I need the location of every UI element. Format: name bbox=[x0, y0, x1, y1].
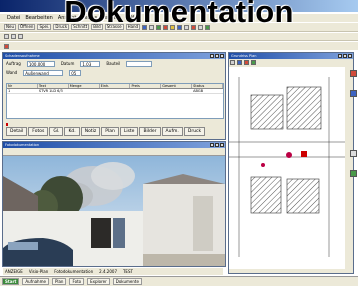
component-field[interactable] bbox=[126, 60, 153, 67]
marker-icon[interactable] bbox=[244, 60, 249, 65]
field-label: Auftrag bbox=[6, 61, 21, 66]
side-tool-icon[interactable] bbox=[350, 90, 357, 97]
toolbar-tertiary bbox=[0, 42, 358, 50]
order-field[interactable]: 100.000 bbox=[26, 60, 55, 67]
field-label: Datum bbox=[60, 61, 75, 66]
tab-fotos[interactable]: Fotos bbox=[28, 127, 49, 136]
close-icon[interactable] bbox=[220, 54, 224, 58]
taskbar: Start Aufnahme Plan Foto Explorer Dokume… bbox=[0, 276, 358, 286]
table-cell: 1 bbox=[8, 89, 11, 93]
status-item: Visio-Plan bbox=[28, 269, 49, 274]
field-label: Wand bbox=[6, 70, 18, 75]
table-cell: ABGB bbox=[193, 89, 204, 93]
record-subform-row: Wand Außenwand 05 bbox=[3, 68, 225, 77]
plan-toolbar bbox=[229, 59, 353, 67]
taskbar-item[interactable]: Dokumente bbox=[112, 278, 142, 285]
status-item: Fotodokumentation bbox=[54, 269, 94, 274]
window-controls bbox=[210, 143, 224, 147]
alert-icon[interactable] bbox=[4, 43, 9, 49]
damage-marker[interactable] bbox=[261, 163, 265, 167]
screen: { "overlay_title": "Dokumentation", "men… bbox=[0, 0, 358, 286]
table-cell bbox=[161, 89, 192, 93]
nav-first-icon[interactable] bbox=[4, 34, 9, 39]
taskbar-item[interactable]: Aufnahme bbox=[22, 278, 49, 285]
column-header[interactable]: Preis bbox=[130, 84, 162, 88]
tab-gl[interactable]: Gl. bbox=[49, 127, 64, 136]
table-cell bbox=[69, 89, 100, 93]
tab-druck[interactable]: Druck bbox=[183, 127, 206, 136]
taskbar-item[interactable]: Foto bbox=[69, 278, 85, 285]
tab-plan[interactable]: Plan bbox=[101, 127, 119, 136]
nav-prev-icon[interactable] bbox=[11, 34, 16, 39]
field-label: Bauteil bbox=[106, 61, 121, 66]
table-row[interactable]: 1 STVR 1LD 6/3 ABGB bbox=[7, 89, 223, 94]
status-item: ANZEIGE bbox=[5, 269, 23, 274]
tab-aufm[interactable]: Aufm. bbox=[161, 127, 183, 136]
side-tool-icon[interactable] bbox=[350, 170, 357, 177]
taskbar-item[interactable]: Explorer bbox=[87, 278, 110, 285]
side-tool-icon[interactable] bbox=[350, 150, 357, 157]
column-header[interactable]: Nr bbox=[7, 84, 38, 88]
side-tool-icon[interactable] bbox=[350, 70, 357, 77]
layer-icon[interactable] bbox=[251, 60, 256, 65]
select-icon[interactable] bbox=[230, 60, 235, 65]
nav-next-icon[interactable] bbox=[18, 34, 23, 39]
tab-detail[interactable]: Detail bbox=[6, 127, 28, 136]
record-window-title-text: Schadensaufnahme bbox=[5, 54, 40, 58]
maximize-icon[interactable] bbox=[215, 143, 219, 147]
column-header[interactable]: Gesamt bbox=[161, 84, 193, 88]
record-window-title: Schadensaufnahme bbox=[3, 53, 225, 59]
tab-bilder[interactable]: Bilder bbox=[139, 127, 161, 136]
toolbar-secondary bbox=[0, 33, 358, 41]
house-photo[interactable] bbox=[3, 156, 225, 266]
column-header[interactable]: Menge bbox=[69, 84, 100, 88]
status-item: TEST bbox=[122, 269, 133, 274]
column-header[interactable]: Status bbox=[192, 84, 224, 88]
window-controls bbox=[210, 54, 224, 58]
plan-window-title-text: Grundriss Plan bbox=[231, 54, 257, 58]
maximize-icon[interactable] bbox=[215, 54, 219, 58]
taskbar-item[interactable]: Plan bbox=[51, 278, 67, 285]
tab-notiz[interactable]: Notiz bbox=[80, 127, 101, 136]
photo-window-title-text: Fotodokumentation bbox=[5, 143, 40, 147]
code-field[interactable]: 05 bbox=[69, 69, 82, 76]
damage-marker[interactable] bbox=[286, 152, 292, 158]
tab-kd[interactable]: Kd. bbox=[64, 127, 80, 136]
overlay-title: Dokumentation bbox=[64, 0, 294, 29]
column-header[interactable]: Einh. bbox=[100, 84, 131, 88]
plan-window-title: Grundriss Plan bbox=[229, 53, 353, 59]
photo-window: Fotodokumentation bbox=[2, 141, 226, 267]
table-cell bbox=[130, 89, 161, 93]
minimize-icon[interactable] bbox=[338, 54, 342, 58]
start-button[interactable]: Start bbox=[2, 278, 20, 285]
status-bar: ANZEIGE Visio-Plan Fotodokumentation 2.4… bbox=[3, 268, 223, 275]
column-header[interactable]: Text bbox=[38, 84, 69, 88]
floor-plan[interactable] bbox=[229, 67, 345, 269]
record-window: Schadensaufnahme Auftrag 100.000 Datum 1… bbox=[2, 52, 226, 140]
positions-table[interactable]: Nr Text Menge Einh. Preis Gesamt Status … bbox=[6, 83, 224, 119]
record-tabs: Detail Fotos Gl. Kd. Notiz Plan Liste Bi… bbox=[6, 127, 206, 136]
red-marker bbox=[6, 123, 8, 126]
close-icon[interactable] bbox=[220, 143, 224, 147]
photo-toolbar bbox=[3, 148, 225, 156]
date-field[interactable]: 1.03 bbox=[80, 60, 101, 67]
table-cell: STVR 1LD 6/3 bbox=[38, 89, 63, 93]
plan-window: Grundriss Plan bbox=[228, 52, 354, 274]
window-controls bbox=[338, 54, 352, 58]
wall-field[interactable]: Außenwand bbox=[23, 69, 64, 76]
tab-liste[interactable]: Liste bbox=[119, 127, 139, 136]
close-icon[interactable] bbox=[348, 54, 352, 58]
minimize-icon[interactable] bbox=[210, 54, 214, 58]
photo-window-title: Fotodokumentation bbox=[3, 142, 225, 148]
status-item: 2.4.2007 bbox=[99, 269, 117, 274]
minimize-icon[interactable] bbox=[210, 143, 214, 147]
maximize-icon[interactable] bbox=[343, 54, 347, 58]
zoom-icon[interactable] bbox=[237, 60, 242, 65]
record-form-row: Auftrag 100.000 Datum 1.03 Bauteil bbox=[3, 59, 225, 68]
table-cell bbox=[100, 89, 131, 93]
damage-marker[interactable] bbox=[301, 151, 307, 157]
